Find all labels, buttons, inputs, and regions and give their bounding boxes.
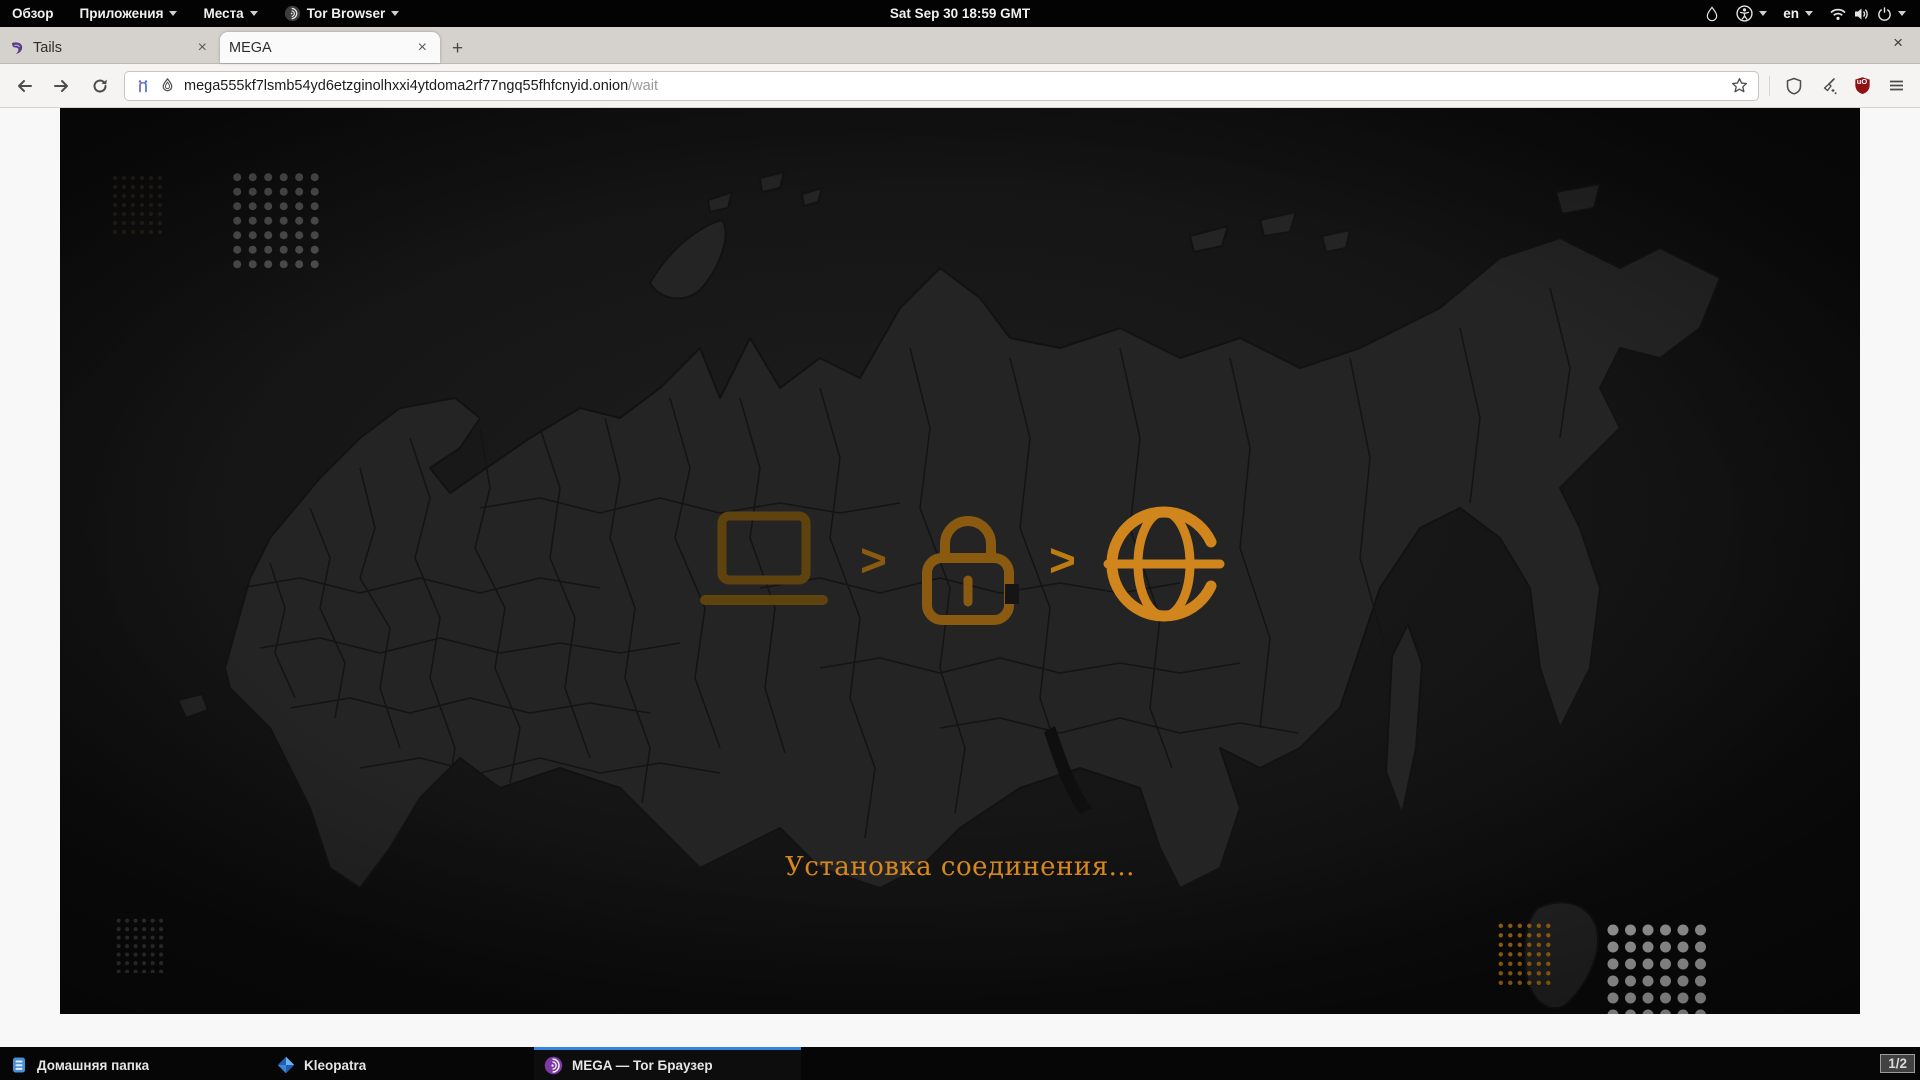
tor-browser-label: Tor Browser — [307, 6, 386, 21]
tails-favicon — [9, 40, 25, 56]
chevron-down-icon — [391, 11, 399, 16]
laptop-icon — [694, 509, 834, 619]
url-path: /wait — [628, 78, 658, 94]
dot-grid-decoration — [1607, 924, 1709, 1014]
window-list-taskbar: Домашняя папка Kleopatra MEGA — Tor Брау… — [0, 1047, 1920, 1080]
taskbar-item-home-folder[interactable]: Домашняя папка — [0, 1047, 267, 1080]
chevron-right-icon: > — [1049, 537, 1076, 583]
menu-hamburger-icon[interactable] — [1882, 72, 1910, 100]
chevron-right-icon: > — [860, 537, 887, 583]
connection-status-text: Установка соединения... — [60, 852, 1860, 882]
new-identity-broom-icon[interactable] — [1814, 72, 1842, 100]
desktop: Обзор Приложения Места Tor Browser Sat S… — [0, 0, 1920, 1080]
dot-grid-decoration — [112, 175, 166, 237]
bookmark-star-icon[interactable] — [1731, 77, 1748, 94]
keyboard-layout-menu[interactable]: en — [1783, 6, 1813, 21]
applications-menu[interactable]: Приложения — [80, 6, 178, 21]
tor-app-icon — [284, 5, 301, 22]
file-manager-icon — [10, 1056, 28, 1074]
globe-icon — [1102, 496, 1226, 632]
wifi-icon — [1829, 6, 1847, 22]
chevron-down-icon — [169, 11, 177, 16]
kleopatra-icon — [277, 1056, 295, 1074]
url-host: mega555kf7lsmb54yd6etzginolhxxi4ytdoma2r… — [184, 78, 628, 94]
dot-grid-decoration — [233, 173, 326, 274]
chevron-down-icon — [1805, 11, 1813, 16]
tab-tails[interactable]: Tails × — [0, 32, 220, 63]
taskbar-item-label: MEGA — Tor Браузер — [572, 1058, 713, 1073]
forward-button[interactable] — [48, 72, 76, 100]
reload-button[interactable] — [86, 72, 114, 100]
chevron-down-icon — [1759, 11, 1767, 16]
chevron-down-icon — [1898, 11, 1906, 16]
taskbar-item-label: Домашняя папка — [37, 1058, 149, 1073]
security-level-shield-icon[interactable] — [1780, 72, 1808, 100]
page-viewport: > > — [0, 108, 1920, 1047]
tor-browser-icon — [544, 1056, 563, 1075]
ublock-badge-text: uO — [1857, 77, 1867, 86]
onion-site-info-icon[interactable] — [160, 77, 175, 94]
browser-tab-strip: Tails × MEGA × + × — [0, 27, 1920, 64]
tab-close-button[interactable]: × — [194, 39, 211, 57]
onion-status-icon[interactable] — [1704, 5, 1720, 23]
back-button[interactable] — [10, 72, 38, 100]
chevron-down-icon — [250, 11, 258, 16]
new-tab-button[interactable]: + — [440, 38, 475, 63]
window-close-button[interactable]: × — [1888, 32, 1908, 53]
accessibility-menu[interactable] — [1736, 5, 1767, 22]
ublock-origin-icon[interactable]: uO — [1848, 72, 1876, 100]
taskbar-item-mega-tor-browser[interactable]: MEGA — Tor Браузер — [534, 1047, 801, 1080]
applications-label: Приложения — [80, 6, 164, 21]
gnome-top-bar: Обзор Приложения Места Tor Browser Sat S… — [0, 0, 1920, 27]
lock-icon — [913, 500, 1023, 628]
url-text: mega555kf7lsmb54yd6etzginolhxxi4ytdoma2r… — [184, 78, 658, 94]
places-label: Места — [203, 6, 243, 21]
url-bar[interactable]: mega555kf7lsmb54yd6etzginolhxxi4ytdoma2r… — [124, 71, 1759, 101]
mega-wait-hero: > > — [60, 108, 1860, 1014]
tab-mega[interactable]: MEGA × — [220, 32, 440, 63]
power-icon — [1877, 6, 1892, 21]
dot-grid-decoration — [116, 918, 166, 973]
activities-button[interactable]: Обзор — [12, 6, 54, 21]
tab-close-button[interactable]: × — [414, 39, 431, 57]
dot-grid-decoration — [1498, 923, 1554, 985]
workspace-indicator[interactable]: 1/2 — [1880, 1054, 1915, 1073]
toolbar-separator — [1769, 76, 1770, 96]
system-menu[interactable] — [1829, 6, 1906, 22]
tab-title: MEGA — [229, 40, 406, 56]
connection-progress-icons: > > — [60, 496, 1860, 632]
places-menu[interactable]: Места — [203, 6, 257, 21]
tor-browser-appmenu[interactable]: Tor Browser — [284, 5, 400, 22]
browser-toolbar: mega555kf7lsmb54yd6etzginolhxxi4ytdoma2r… — [0, 64, 1920, 108]
taskbar-item-kleopatra[interactable]: Kleopatra — [267, 1047, 534, 1080]
circuit-display-icon[interactable] — [135, 78, 151, 94]
keyboard-layout-label: en — [1783, 6, 1799, 21]
taskbar-item-label: Kleopatra — [304, 1058, 366, 1073]
tab-title: Tails — [33, 40, 186, 56]
volume-icon — [1853, 6, 1871, 22]
